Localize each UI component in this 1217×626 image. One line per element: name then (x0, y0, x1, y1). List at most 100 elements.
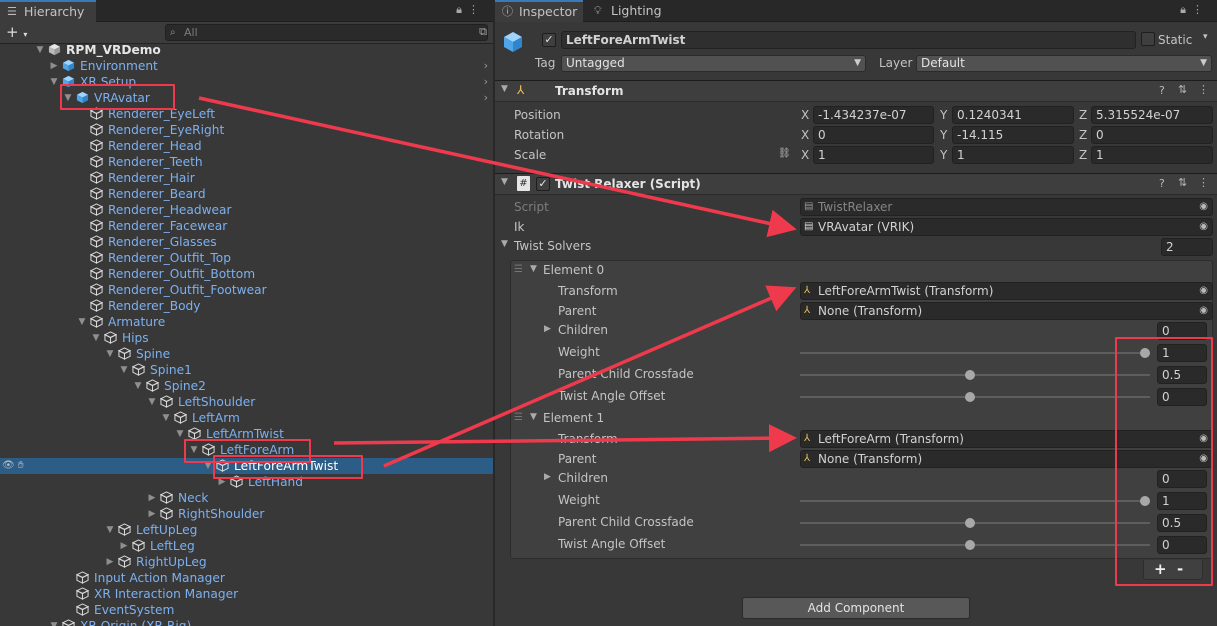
hierarchy-row[interactable]: ▼ XR Origin (XR Rig) (0, 618, 493, 626)
prefab-open-arrow-icon[interactable]: › (484, 90, 488, 106)
rotation-y-field[interactable]: -14.115 (952, 126, 1074, 144)
element-1-crossfade-slider-track[interactable] (800, 522, 1150, 524)
active-checkbox[interactable]: ✓ (542, 33, 556, 47)
element-0-children-foldout-icon[interactable]: ▶ (544, 324, 551, 334)
element-1-weight-slider-track[interactable] (800, 500, 1150, 502)
ik-field[interactable]: ▤ VRAvatar (VRIK) ◉ (800, 218, 1213, 236)
tab-hierarchy[interactable]: ☰ Hierarchy (0, 0, 96, 22)
hierarchy-row[interactable]: Renderer_Body (0, 298, 493, 314)
element-1-drag-handle-icon[interactable]: ☰ (514, 412, 523, 423)
hierarchy-row[interactable]: Renderer_Outfit_Bottom (0, 266, 493, 282)
tag-dropdown[interactable]: Untagged ▼ (561, 55, 866, 72)
hierarchy-row[interactable]: Renderer_Outfit_Footwear (0, 282, 493, 298)
component-enabled-checkbox[interactable]: ✓ (536, 177, 550, 191)
element-1-children-foldout-icon[interactable]: ▶ (544, 472, 551, 482)
prefab-open-arrow-icon[interactable]: › (484, 58, 488, 74)
hierarchy-row[interactable]: Renderer_Glasses (0, 234, 493, 250)
hierarchy-row[interactable]: XR Interaction Manager (0, 586, 493, 602)
lock-icon[interactable]: 🔒︎ (456, 3, 468, 16)
hierarchy-row[interactable]: ▶ Environment › (0, 58, 493, 74)
hierarchy-row[interactable]: Renderer_Teeth (0, 154, 493, 170)
hierarchy-row[interactable]: Renderer_Beard (0, 186, 493, 202)
scale-x-field[interactable]: 1 (813, 146, 934, 164)
more-icon[interactable]: ⋮ (1198, 176, 1209, 189)
twist-relaxer-header[interactable]: ▼ # ✓ Twist Relaxer (Script) ? ⇅ ⋮ (495, 173, 1217, 195)
hierarchy-row[interactable]: ▼ Armature (0, 314, 493, 330)
tab-lighting[interactable]: 💡︎ Lighting (587, 0, 667, 22)
expand-arrow-icon[interactable]: ▼ (105, 346, 115, 362)
element-0-drag-handle-icon[interactable]: ☰ (514, 264, 523, 275)
scale-y-field[interactable]: 1 (952, 146, 1074, 164)
hierarchy-row[interactable]: EventSystem (0, 602, 493, 618)
position-y-field[interactable]: 0.1240341 (952, 106, 1074, 124)
more-icon[interactable]: ⋮ (468, 3, 485, 16)
hierarchy-row[interactable]: ▼ LeftShoulder (0, 394, 493, 410)
hierarchy-row[interactable]: ▶ Neck (0, 490, 493, 506)
element-1-label[interactable]: Element 1 (543, 411, 604, 425)
collapse-arrow-icon[interactable]: ▶ (119, 538, 129, 554)
expand-arrow-icon[interactable]: ▼ (49, 618, 59, 626)
hierarchy-row[interactable]: ▼ Spine (0, 346, 493, 362)
tab-inspector[interactable]: ⓘ Inspector (495, 0, 583, 22)
element-0-parent-field[interactable]: ⅄ None (Transform) ◉ (800, 302, 1213, 320)
element-0-foldout-arrow-icon[interactable]: ▼ (530, 264, 537, 274)
expand-arrow-icon[interactable]: ▼ (133, 378, 143, 394)
rotation-z-field[interactable]: 0 (1091, 126, 1213, 144)
hierarchy-row[interactable]: Renderer_Facewear (0, 218, 493, 234)
more-icon[interactable]: ⋮ (1192, 3, 1209, 16)
element-0-crossfade-slider-knob[interactable] (965, 370, 975, 380)
hierarchy-row[interactable]: ▶ RightUpLeg (0, 554, 493, 570)
hierarchy-search-input[interactable]: ⌕ All (165, 24, 488, 41)
scale-z-field[interactable]: 1 (1091, 146, 1213, 164)
rotation-x-field[interactable]: 0 (813, 126, 934, 144)
hierarchy-row[interactable]: ▼ LeftArm (0, 410, 493, 426)
expand-arrow-icon[interactable]: ▼ (147, 394, 157, 410)
foldout-arrow-icon[interactable]: ▼ (501, 84, 508, 94)
visibility-pick-icons[interactable]: 👁︎ ✋︎ (2, 458, 24, 474)
hierarchy-row[interactable]: ▼ Hips (0, 330, 493, 346)
element-0-crossfade-slider-track[interactable] (800, 374, 1150, 376)
element-1-crossfade-slider-knob[interactable] (965, 518, 975, 528)
static-dropdown-arrow[interactable]: ▾ (1203, 32, 1208, 42)
expand-arrow-icon[interactable]: ▼ (119, 362, 129, 378)
preset-icon[interactable]: ⇅ (1178, 176, 1187, 189)
add-component-button[interactable]: Add Component (742, 597, 970, 619)
lock-icon[interactable]: 🔒︎ (1180, 3, 1192, 16)
twist-solvers-size-field[interactable]: 2 (1161, 238, 1213, 256)
element-0-transform-field[interactable]: ⅄ LeftForeArmTwist (Transform) ◉ (800, 282, 1213, 300)
collapse-arrow-icon[interactable]: ▶ (49, 58, 59, 74)
expand-arrow-icon[interactable]: ▼ (49, 74, 59, 90)
expand-arrow-icon[interactable]: ▼ (105, 522, 115, 538)
position-z-field[interactable]: 5.315524e-07 (1091, 106, 1213, 124)
element-0-twist-angle-slider-track[interactable] (800, 396, 1150, 398)
foldout-arrow-icon[interactable]: ▼ (501, 177, 508, 187)
collapse-arrow-icon[interactable]: ▶ (147, 490, 157, 506)
hierarchy-row[interactable]: Renderer_Headwear (0, 202, 493, 218)
hierarchy-window-controls[interactable]: 🔒︎⋮ (456, 3, 485, 17)
expand-arrow-icon[interactable]: ▼ (91, 330, 101, 346)
element-0-twist-angle-slider-knob[interactable] (965, 392, 975, 402)
twist-solvers-label[interactable]: Twist Solvers (514, 239, 591, 253)
element-0-weight-slider-track[interactable] (800, 352, 1150, 354)
element-1-foldout-arrow-icon[interactable]: ▼ (530, 412, 537, 422)
expand-arrow-icon[interactable]: ▼ (77, 314, 87, 330)
foldout-arrow-icon[interactable]: ▼ (501, 239, 508, 249)
element-0-label[interactable]: Element 0 (543, 263, 604, 277)
element-0-children-label[interactable]: Children (558, 323, 608, 337)
help-icon[interactable]: ? (1159, 177, 1165, 190)
hierarchy-row[interactable]: Renderer_EyeRight (0, 122, 493, 138)
preset-icon[interactable]: ⇅ (1178, 83, 1187, 96)
static-checkbox[interactable] (1141, 32, 1155, 46)
expand-arrow-icon[interactable]: ▼ (161, 410, 171, 426)
position-x-field[interactable]: -1.434237e-07 (813, 106, 934, 124)
collapse-arrow-icon[interactable]: ▶ (105, 554, 115, 570)
expand-arrow-icon[interactable]: ▼ (35, 42, 45, 58)
help-icon[interactable]: ? (1159, 84, 1165, 97)
hierarchy-row[interactable]: Renderer_Outfit_Top (0, 250, 493, 266)
collapse-arrow-icon[interactable]: ▶ (147, 506, 157, 522)
hierarchy-row[interactable]: ▶ LeftLeg (0, 538, 493, 554)
object-picker-icon[interactable]: ◉ (1199, 283, 1208, 299)
element-1-twist-angle-slider-knob[interactable] (965, 540, 975, 550)
object-picker-icon[interactable]: ◉ (1199, 303, 1208, 319)
hierarchy-row[interactable]: Input Action Manager (0, 570, 493, 586)
